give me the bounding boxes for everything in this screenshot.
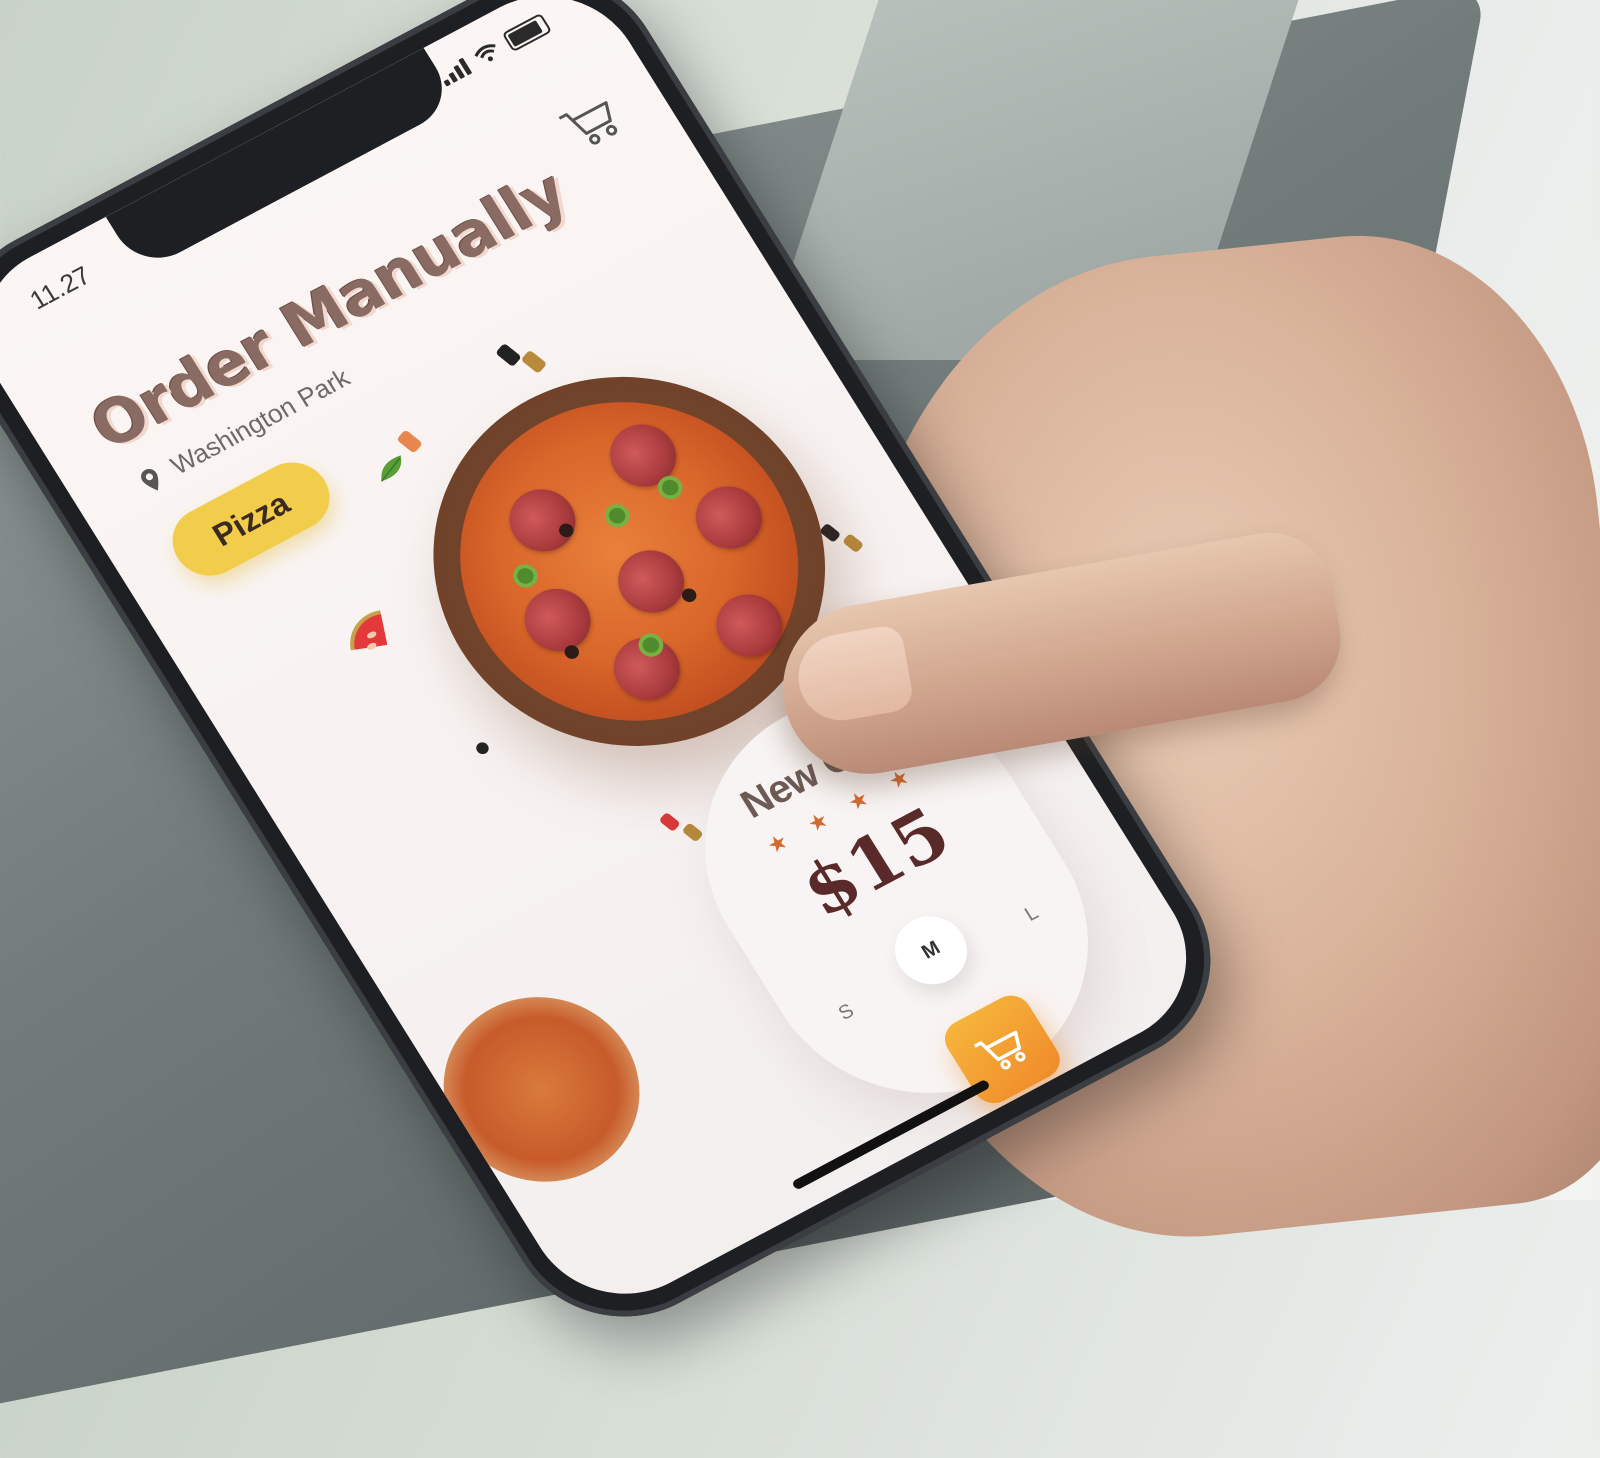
green-pepper: [514, 565, 537, 587]
pepperoni: [605, 539, 697, 624]
size-option-m[interactable]: M: [881, 904, 981, 997]
pepperoni: [512, 577, 603, 663]
tomato-slice-icon: [350, 610, 388, 651]
leaf-icon: [380, 455, 402, 482]
confetti: [842, 533, 865, 554]
battery-icon: [501, 12, 553, 53]
confetti: [396, 429, 423, 454]
confetti: [495, 342, 522, 368]
pepperoni: [497, 478, 588, 563]
size-option-s[interactable]: S: [797, 966, 896, 1058]
wifi-icon: [474, 44, 496, 62]
confetti: [520, 349, 548, 374]
cart-icon: [973, 1030, 1026, 1070]
confetti: [473, 740, 491, 757]
pepperoni: [683, 475, 775, 560]
size-option-l[interactable]: L: [982, 868, 1081, 960]
cart-icon[interactable]: [554, 89, 627, 155]
status-time: 11.27: [24, 260, 96, 316]
pin-icon: [140, 468, 159, 491]
green-pepper: [605, 505, 629, 527]
thumb-nail: [791, 623, 915, 728]
pepperoni: [704, 583, 795, 668]
